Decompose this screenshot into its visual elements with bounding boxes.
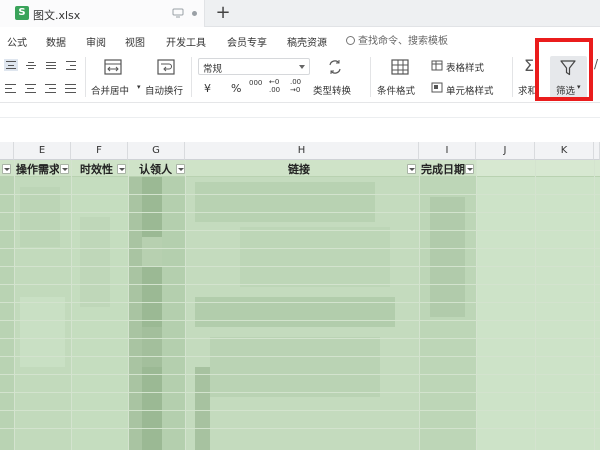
close-tab-icon[interactable]	[192, 11, 197, 16]
table-style-icon[interactable]	[431, 60, 443, 71]
header-completion-date: 完成日期	[421, 163, 465, 176]
header-assignee: 认领人	[139, 163, 172, 176]
column-header-k[interactable]: K	[535, 142, 594, 160]
conditional-format-icon[interactable]	[391, 59, 409, 75]
grid-line	[14, 160, 15, 450]
merge-center-button[interactable]: 合并居中	[91, 83, 129, 97]
wrap-text-button[interactable]: 自动换行	[145, 83, 183, 97]
type-convert-icon[interactable]	[327, 59, 343, 75]
grid-line	[535, 160, 536, 450]
merge-dropdown-icon[interactable]: ▾	[137, 83, 141, 91]
ribbon-divider	[85, 57, 86, 97]
filter-dropdown-i[interactable]	[465, 164, 474, 174]
align-right-icon[interactable]	[44, 82, 58, 94]
column-header-e[interactable]: E	[14, 142, 71, 160]
command-search[interactable]: 查找命令、搜索模板	[346, 32, 448, 48]
menu-bar: 公式 数据 审阅 视图 开发工具 会员专享 稿壳资源 查找命令、搜索模板	[0, 27, 600, 53]
indent-icon[interactable]	[64, 59, 78, 71]
column-header-l[interactable]	[594, 142, 600, 160]
sum-icon[interactable]: Σ	[524, 56, 534, 75]
table-style-button[interactable]: 表格样式	[446, 60, 484, 74]
menu-resources[interactable]: 稿壳资源	[287, 34, 327, 49]
header-operation-needs: 操作需求	[16, 163, 59, 176]
document-title: 图文.xlsx	[33, 9, 81, 22]
chevron-down-icon	[299, 65, 305, 69]
align-left-icon[interactable]	[4, 82, 18, 94]
align-top-icon[interactable]	[4, 59, 18, 71]
align-bottom-icon[interactable]	[44, 59, 58, 71]
menu-developer[interactable]: 开发工具	[166, 34, 206, 49]
grid-line	[71, 160, 72, 450]
column-header-g[interactable]: G	[128, 142, 185, 160]
percent-button[interactable]: %	[231, 82, 241, 95]
grid-line	[128, 160, 129, 450]
column-header-f[interactable]: F	[71, 142, 128, 160]
filter-dropdown-h[interactable]	[407, 164, 416, 174]
ribbon-toolbar: 合并居中 ▾ 自动换行 常规 ¥ % 000 ←0 .00 .00 →0 类型转…	[0, 53, 600, 103]
ribbon-divider	[512, 57, 513, 97]
align-middle-icon[interactable]	[24, 59, 38, 71]
formula-bar-strip	[0, 103, 600, 118]
column-header-j[interactable]: J	[476, 142, 535, 160]
filter-dropdown-e[interactable]	[60, 164, 69, 174]
conditional-format-button[interactable]: 条件格式	[377, 83, 415, 97]
distributed-align-icon[interactable]	[64, 82, 78, 94]
cell-style-button[interactable]: 单元格样式	[446, 83, 494, 97]
sort-icon[interactable]: /	[594, 57, 598, 71]
grid-line	[185, 160, 186, 450]
ribbon-divider	[191, 57, 192, 97]
menu-formula[interactable]: 公式	[7, 34, 27, 49]
decrease-decimal-button[interactable]: .00 →0	[290, 78, 306, 94]
filter-highlight-box	[535, 38, 593, 101]
table-body[interactable]	[0, 177, 600, 450]
menu-review[interactable]: 审阅	[86, 34, 106, 49]
header-link: 链接	[288, 163, 310, 176]
cloud-status-icon	[172, 8, 184, 18]
column-header-i[interactable]: I	[419, 142, 476, 160]
grid-top-blank	[0, 118, 600, 142]
currency-button[interactable]: ¥	[204, 82, 211, 95]
number-format-select[interactable]: 常规	[198, 58, 310, 75]
search-icon	[346, 36, 355, 45]
spreadsheet-icon: S	[15, 6, 29, 20]
filter-dropdown-f[interactable]	[117, 164, 126, 174]
ribbon-divider	[370, 57, 371, 97]
cell-style-icon[interactable]	[431, 82, 443, 93]
search-placeholder: 查找命令、搜索模板	[358, 36, 448, 47]
menu-data[interactable]: 数据	[46, 34, 66, 49]
filter-dropdown-g[interactable]	[176, 164, 185, 174]
type-convert-button[interactable]: 类型转换	[313, 83, 351, 97]
grid-line	[594, 160, 595, 450]
merge-cells-icon[interactable]	[104, 59, 122, 75]
spreadsheet-grid[interactable]: E F G H I J K 操作需求 时效性 认领人 链接 完成日期	[0, 118, 600, 450]
grid-line	[419, 160, 420, 450]
table-header-row-empty	[476, 160, 600, 177]
column-header-d[interactable]	[0, 142, 14, 160]
menu-view[interactable]: 视图	[125, 34, 145, 49]
menu-member[interactable]: 会员专享	[227, 34, 267, 49]
document-tab[interactable]: S 图文.xlsx	[0, 0, 205, 27]
wrap-text-icon[interactable]	[157, 59, 175, 75]
thousands-button[interactable]: 000	[249, 79, 267, 87]
tab-bar: S 图文.xlsx +	[0, 0, 600, 27]
column-header-h[interactable]: H	[185, 142, 419, 160]
grid-line	[476, 160, 477, 450]
filter-dropdown-d[interactable]	[2, 164, 11, 174]
header-timeliness: 时效性	[80, 163, 113, 176]
new-tab-icon[interactable]: +	[214, 2, 232, 24]
number-format-value: 常规	[203, 64, 223, 75]
align-center-icon[interactable]	[24, 82, 38, 94]
increase-decimal-button[interactable]: ←0 .00	[269, 78, 285, 94]
